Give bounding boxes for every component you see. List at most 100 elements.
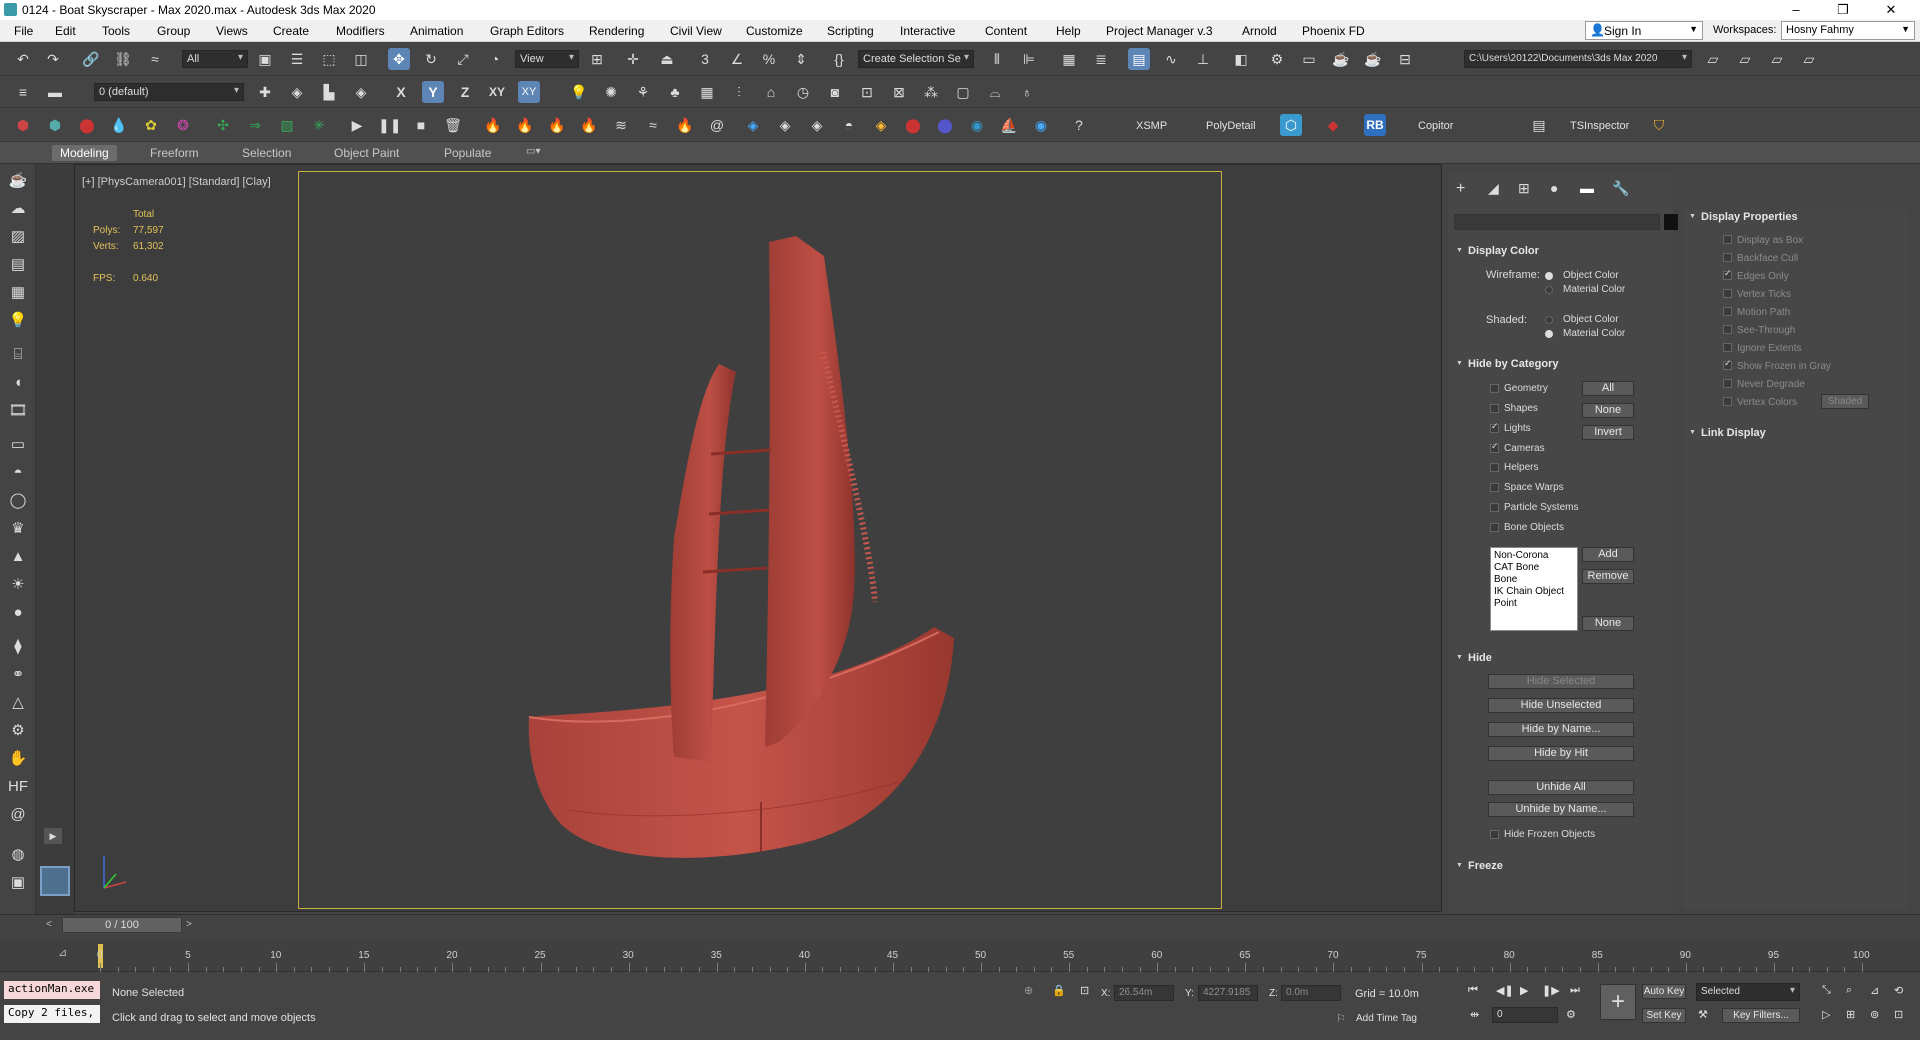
edges-only-checkbox[interactable]: [1723, 268, 1732, 280]
hide-rollout[interactable]: Hide: [1456, 650, 1673, 668]
plugin-cube-icon[interactable]: ⬡: [1280, 114, 1302, 136]
particle-view-icon[interactable]: ⬢: [44, 114, 66, 136]
image-icon[interactable]: ▨: [6, 226, 30, 250]
crown-icon[interactable]: ♛: [6, 518, 30, 542]
bone-objects-checkbox[interactable]: [1490, 523, 1499, 532]
scale-icon[interactable]: ⤢: [452, 48, 474, 70]
cloud-icon[interactable]: ☁: [6, 198, 30, 222]
pause-icon[interactable]: ❚❚: [378, 114, 401, 136]
tsinspector-icon[interactable]: ▤: [1528, 114, 1550, 136]
copitor-button[interactable]: Copitor: [1418, 120, 1453, 132]
shaded-button[interactable]: Shaded: [1821, 394, 1869, 409]
zoom-all-icon[interactable]: ⌕: [1846, 984, 1852, 997]
stairs-icon[interactable]: ⧫: [6, 636, 30, 660]
field-of-view-icon[interactable]: ⊿: [1870, 984, 1879, 997]
render-region-icon[interactable]: ⊠: [888, 81, 910, 103]
cone-icon[interactable]: ▲: [6, 546, 30, 570]
wind-icon[interactable]: ≋: [610, 114, 632, 136]
axis-z-button[interactable]: Z: [454, 81, 476, 103]
redo-icon[interactable]: ↷: [42, 48, 64, 70]
gear-icon[interactable]: ⚙: [6, 720, 30, 744]
plugin-gem-icon[interactable]: ◆: [1322, 114, 1344, 136]
burst-icon[interactable]: ✳: [308, 114, 330, 136]
rendered-frame-icon[interactable]: ▭: [1298, 48, 1320, 70]
tool-icon[interactable]: ⫶: [728, 81, 750, 103]
curve-editor-icon[interactable]: ∿: [1160, 48, 1182, 70]
object-name-field[interactable]: [1454, 214, 1660, 230]
add-to-layer-icon[interactable]: ◈: [286, 81, 308, 103]
undo-icon[interactable]: ↶: [12, 48, 34, 70]
pivot-center-icon[interactable]: ⊞: [586, 48, 608, 70]
render-production-icon[interactable]: ☕: [1330, 48, 1352, 70]
walkthrough-icon[interactable]: ⊚: [1870, 1008, 1879, 1021]
snaps-toggle-icon[interactable]: 3: [694, 48, 716, 70]
stop-icon[interactable]: ■: [410, 114, 432, 136]
maxscript-listener[interactable]: actionMan.exe: [4, 981, 100, 999]
helpers-checkbox[interactable]: [1490, 463, 1499, 472]
shaded-object-color-radio[interactable]: [1545, 316, 1553, 324]
backface-cull-checkbox[interactable]: [1723, 253, 1732, 262]
tsinspector-button[interactable]: TSInspector: [1570, 120, 1629, 132]
unlink-icon[interactable]: ⛓: [112, 48, 134, 70]
underwater-icon[interactable]: ◉: [1030, 114, 1052, 136]
y-coordinate-field[interactable]: 4227.9185: [1198, 985, 1258, 1001]
tab-freeform[interactable]: Freeform: [142, 145, 207, 161]
hierarchy-tab-icon[interactable]: ⊞: [1518, 180, 1530, 197]
hide-frozen-checkbox[interactable]: [1490, 830, 1499, 839]
auto-key-button[interactable]: Auto Key: [1642, 984, 1686, 999]
snap-grid-icon[interactable]: ▧: [276, 114, 298, 136]
scene-explorer-icon[interactable]: ▦: [1058, 48, 1080, 70]
move-icon[interactable]: ✥: [388, 48, 410, 70]
globe-icon[interactable]: ◍: [6, 844, 30, 868]
menu-interactive[interactable]: Interactive: [900, 24, 955, 38]
unhide-by-name-button[interactable]: Unhide by Name...: [1488, 802, 1634, 817]
fire-source-icon[interactable]: 🔥: [482, 114, 504, 136]
percent-snap-icon[interactable]: %: [758, 48, 780, 70]
maximize-viewport-icon[interactable]: ⊡: [1894, 1008, 1903, 1021]
helpers-icon[interactable]: ⚘: [632, 81, 654, 103]
object-color-swatch[interactable]: [1664, 214, 1678, 230]
material-editor-icon[interactable]: ◧: [1230, 48, 1252, 70]
space-warps-checkbox[interactable]: [1490, 483, 1499, 492]
rb-button[interactable]: RB: [1364, 114, 1386, 136]
link-icon[interactable]: 🔗: [80, 48, 102, 70]
workspace-select[interactable]: Hosny Fahmy ▼: [1781, 21, 1915, 40]
liquid-source-icon[interactable]: ◈: [742, 114, 764, 136]
scatter-icon[interactable]: ⁂: [920, 81, 942, 103]
projector-icon[interactable]: ⌸: [6, 344, 30, 368]
unhide-all-button[interactable]: Unhide All: [1488, 780, 1634, 795]
sign-in-button[interactable]: 👤 Sign In ▼: [1585, 21, 1703, 40]
particle-systems-checkbox[interactable]: [1490, 503, 1499, 512]
clock-icon[interactable]: ◷: [792, 81, 814, 103]
set-key-button[interactable]: Set Key: [1642, 1008, 1686, 1023]
ignore-extents-checkbox[interactable]: [1723, 343, 1732, 352]
axis-x-button[interactable]: X: [390, 81, 412, 103]
slider-right-arrow[interactable]: >: [186, 919, 192, 930]
fire-sim-icon[interactable]: 🔥: [546, 114, 568, 136]
list-none-button[interactable]: None: [1582, 616, 1634, 631]
spiral-icon[interactable]: @: [6, 804, 30, 828]
menu-file[interactable]: File: [14, 24, 33, 38]
rotate-icon[interactable]: ↻: [420, 48, 442, 70]
set-key-big-button[interactable]: +: [1600, 984, 1636, 1020]
hand-icon[interactable]: ✋: [6, 748, 30, 772]
bone-icon[interactable]: ⚭: [6, 664, 30, 688]
wave-icon[interactable]: ◉: [966, 114, 988, 136]
menu-views[interactable]: Views: [216, 24, 248, 38]
sphere-half-icon[interactable]: ◓: [6, 462, 30, 486]
utilities-tab-icon[interactable]: 🔧: [1612, 180, 1629, 197]
rectangular-selection-icon[interactable]: ⬚: [318, 48, 340, 70]
bulb-icon[interactable]: ♁: [1016, 81, 1038, 103]
next-frame-icon[interactable]: ❚▶: [1542, 984, 1560, 997]
show-frozen-gray-checkbox[interactable]: [1723, 358, 1732, 370]
key-filter-dropdown[interactable]: Selected: [1696, 983, 1800, 1001]
bind-space-warp-icon[interactable]: ≈: [144, 48, 166, 70]
vertex-colors-checkbox[interactable]: [1723, 397, 1732, 406]
menu-scripting[interactable]: Scripting: [827, 24, 874, 38]
railclone-icon[interactable]: ❂: [172, 114, 194, 136]
polydetail-button[interactable]: PolyDetail: [1206, 120, 1256, 132]
box-icon[interactable]: ▢: [952, 81, 974, 103]
document-icon[interactable]: ▤: [6, 254, 30, 278]
spinner-snap-icon[interactable]: ⇕: [790, 48, 812, 70]
list-item[interactable]: Bone: [1494, 574, 1574, 586]
